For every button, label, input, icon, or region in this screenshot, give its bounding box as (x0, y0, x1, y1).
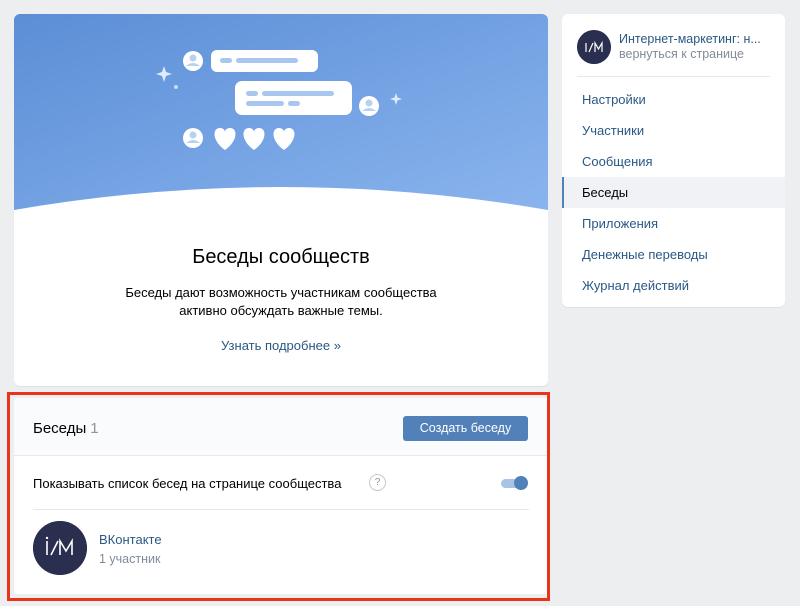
sidebar-item-settings[interactable]: Настройки (562, 84, 785, 115)
sidebar-item-money-transfers[interactable]: Денежные переводы (562, 239, 785, 270)
hero-description: Беседы дают возможность участникам сообщ… (125, 285, 437, 318)
sidebar-item-action-log[interactable]: Журнал действий (562, 270, 785, 301)
back-to-page-link[interactable]: вернуться к странице (619, 47, 744, 61)
group-avatar-icon[interactable] (577, 30, 611, 64)
hero-title: Беседы сообществ (192, 246, 370, 268)
sidebar-item-chats[interactable]: Беседы (562, 177, 785, 208)
sidebar-item-messages[interactable]: Сообщения (562, 146, 785, 177)
community-settings-sidebar: Интернет-маркетинг: н... вернуться к стр… (562, 14, 785, 307)
settings-menu: Настройки Участники Сообщения Беседы При… (562, 84, 785, 301)
chat-illustration-banner (14, 14, 548, 210)
group-name-link[interactable]: Интернет-маркетинг: н... (619, 32, 774, 46)
community-chats-promo-card: Беседы сообществ Беседы дают возможность… (14, 14, 548, 386)
sidebar-item-members[interactable]: Участники (562, 115, 785, 146)
sidebar-divider (577, 76, 770, 77)
learn-more-link[interactable]: Узнать подробнее » (14, 338, 548, 353)
sidebar-item-apps[interactable]: Приложения (562, 208, 785, 239)
highlight-frame (7, 392, 550, 601)
